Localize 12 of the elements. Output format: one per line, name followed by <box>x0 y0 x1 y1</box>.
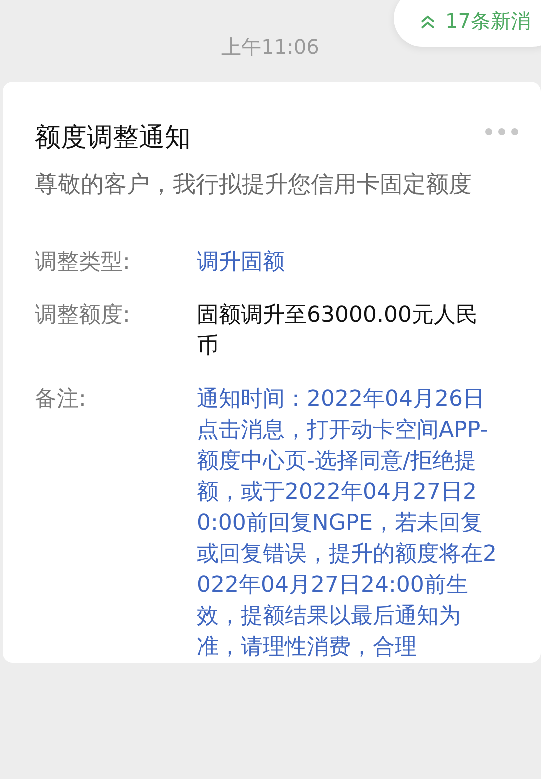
field-value: 调升固额 <box>197 249 286 277</box>
more-icon[interactable] <box>485 128 519 136</box>
field-label: 调整额度: <box>35 302 132 330</box>
card-title: 额度调整通知 <box>35 122 191 155</box>
field-label: 调整类型: <box>35 249 132 277</box>
field-label: 备注: <box>35 386 88 414</box>
timestamp: 上午11:06 <box>222 34 320 61</box>
card-subtitle: 尊敬的客户，我行拟提升您信用卡固定额度 <box>35 171 473 200</box>
field-value: 固额调升至63000.00元人民币 <box>197 302 479 361</box>
double-chevron-up-icon <box>420 14 436 30</box>
new-messages-button[interactable]: 17条新消 <box>394 0 541 47</box>
field-value: 通知时间：2022年04月26日点击消息，打开动卡空间APP-额度中心页-选择同意/拒绝提额，或于2022年04月27日20:00前回复NGPE，若未回复或回复错误，提升的额度将在2022年04月27日24:00前生效，提额结果以最后通知为准，请理性消费，合理 <box>197 386 497 662</box>
